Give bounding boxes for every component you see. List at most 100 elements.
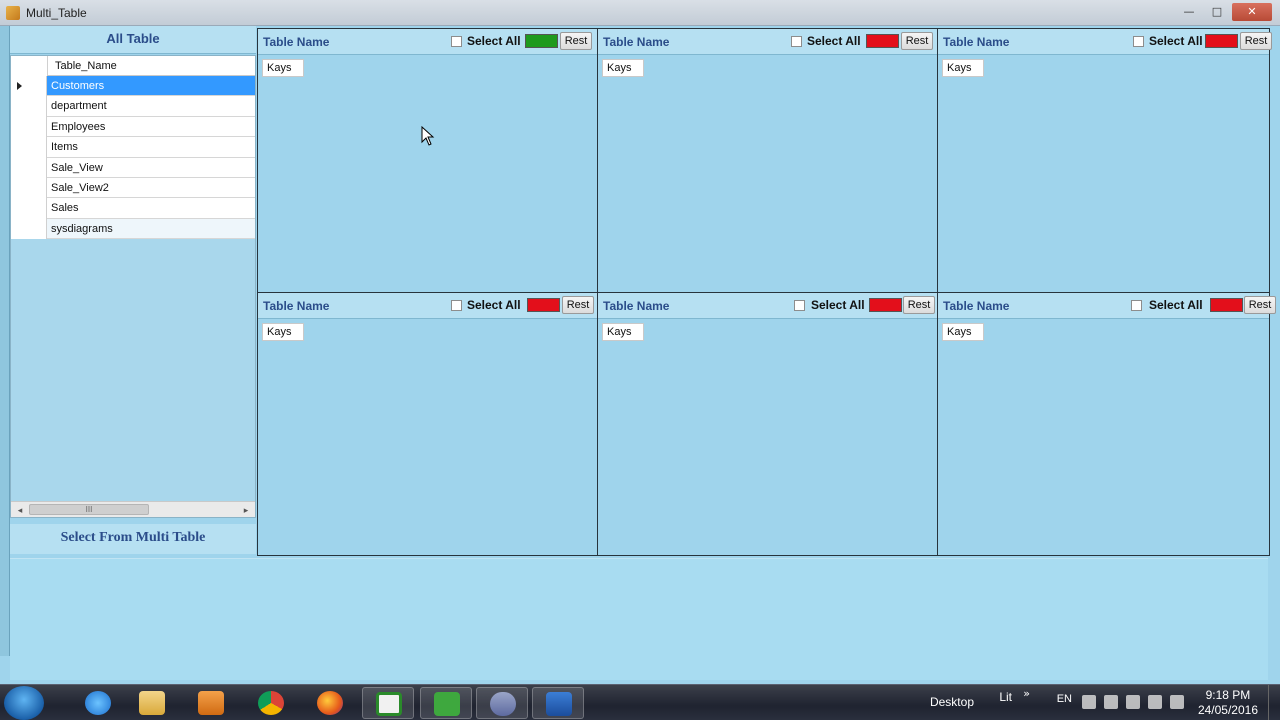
panel-grid-area[interactable] — [938, 55, 1269, 292]
select-all-checkbox[interactable] — [1131, 300, 1142, 311]
media-player-icon — [198, 691, 224, 715]
bottom-area — [10, 558, 1268, 680]
kays-column-header[interactable]: Kays — [262, 59, 304, 77]
window-controls: — □ ✕ — [1176, 3, 1272, 21]
table-row[interactable]: Sales — [11, 198, 255, 219]
rest-button[interactable]: Rest — [903, 296, 935, 314]
table-row[interactable]: Sale_View — [11, 157, 255, 178]
scroll-left-icon[interactable]: ◂ — [13, 504, 27, 516]
table-cell[interactable]: Employees — [47, 116, 255, 138]
show-desktop-button[interactable] — [1268, 685, 1280, 720]
kays-column-header[interactable]: Kays — [602, 323, 644, 341]
title-bar: Multi_Table — □ ✕ — [0, 0, 1280, 26]
horizontal-scrollbar[interactable]: ◂ III ▸ — [11, 501, 255, 517]
language-indicator[interactable]: EN — [1057, 693, 1072, 705]
taskbar-firefox[interactable] — [304, 687, 356, 719]
panel-grid-area[interactable] — [598, 319, 937, 555]
select-all-label[interactable]: Select All — [811, 298, 865, 312]
table-cell[interactable]: Sale_View2 — [47, 177, 255, 199]
clock[interactable]: 9:18 PM 24/05/2016 — [1198, 688, 1258, 718]
select-all-label[interactable]: Select All — [807, 34, 861, 48]
kays-column-header[interactable]: Kays — [942, 323, 984, 341]
status-color-swatch — [869, 298, 902, 312]
select-all-checkbox[interactable] — [791, 36, 802, 47]
scroll-right-icon[interactable]: ▸ — [239, 504, 253, 516]
row-header[interactable] — [11, 76, 47, 97]
start-button[interactable] — [4, 686, 44, 720]
show-hidden-icon[interactable] — [1082, 695, 1096, 709]
table-cell[interactable]: Items — [47, 137, 255, 158]
network-icon[interactable] — [1148, 695, 1162, 709]
select-all-label[interactable]: Select All — [467, 298, 521, 312]
select-all-label[interactable]: Select All — [1149, 34, 1203, 48]
select-all-checkbox[interactable] — [451, 300, 462, 311]
taskbar-camtasia-recorder[interactable] — [362, 687, 414, 719]
panel-header: Table Name Select All Rest — [598, 29, 937, 55]
select-all-label[interactable]: Select All — [1149, 298, 1203, 312]
select-all-checkbox[interactable] — [794, 300, 805, 311]
row-header[interactable] — [11, 116, 47, 138]
close-button[interactable]: ✕ — [1232, 3, 1272, 21]
grid-column-header[interactable]: Table_Name — [47, 56, 255, 76]
rest-button[interactable]: Rest — [901, 32, 933, 50]
row-header[interactable] — [11, 96, 47, 117]
row-header[interactable] — [11, 177, 47, 199]
table-row[interactable]: Customers — [11, 76, 255, 97]
select-all-checkbox[interactable] — [451, 36, 462, 47]
table-row[interactable]: Employees — [11, 116, 255, 138]
taskbar-chrome[interactable] — [245, 687, 297, 719]
select-all-checkbox[interactable] — [1133, 36, 1144, 47]
table-cell[interactable]: Sale_View — [47, 157, 255, 178]
libraries-toolbar[interactable]: Lit — [999, 690, 1012, 704]
panel-header: Table Name Select All Rest — [938, 29, 1272, 55]
panel-grid-area[interactable] — [598, 55, 937, 292]
row-header[interactable] — [11, 198, 47, 219]
table-row[interactable]: Items — [11, 137, 255, 158]
taskbar-internet-explorer[interactable] — [72, 687, 124, 719]
kays-column-header[interactable]: Kays — [942, 59, 984, 77]
safely-remove-icon[interactable] — [1126, 695, 1140, 709]
maximize-button[interactable]: □ — [1204, 3, 1230, 21]
taskbar-sql-server[interactable] — [532, 687, 584, 719]
panel-table-name: Table Name — [263, 35, 330, 49]
client-area: All Table Table_Name Customers departmen… — [0, 26, 1280, 684]
volume-icon[interactable] — [1170, 695, 1184, 709]
row-header[interactable] — [11, 157, 47, 178]
kays-column-header[interactable]: Kays — [262, 323, 304, 341]
panel-header: Table Name Select All Rest — [598, 293, 937, 319]
rest-button[interactable]: Rest — [1244, 296, 1276, 314]
firefox-icon — [317, 691, 343, 715]
taskbar-camtasia-studio[interactable] — [420, 687, 472, 719]
desktop-toolbar[interactable]: Desktop — [930, 695, 974, 709]
camtasia-recorder-icon — [376, 692, 402, 716]
rest-button[interactable]: Rest — [560, 32, 592, 50]
select-all-label[interactable]: Select All — [467, 34, 521, 48]
panel-grid-area[interactable] — [938, 319, 1269, 555]
table-row[interactable]: Sale_View2 — [11, 177, 255, 199]
status-color-swatch — [1210, 298, 1243, 312]
panel-grid-area[interactable] — [258, 319, 597, 555]
taskbar-media-player[interactable] — [185, 687, 237, 719]
minimize-button[interactable]: — — [1176, 3, 1202, 21]
table-panel-1: Table Name Select All Rest Kays — [257, 28, 598, 293]
rest-button[interactable]: Rest — [562, 296, 594, 314]
table-cell[interactable]: department — [47, 96, 255, 117]
action-center-icon[interactable] — [1104, 695, 1118, 709]
table-cell[interactable]: Sales — [47, 198, 255, 219]
scroll-thumb[interactable]: III — [29, 504, 149, 515]
row-header[interactable] — [11, 137, 47, 158]
select-from-multi-table-button[interactable]: Select From Multi Table — [10, 524, 256, 554]
taskbar-visual-studio[interactable] — [476, 687, 528, 719]
row-header[interactable] — [11, 218, 47, 240]
panel-grid-area[interactable] — [258, 55, 597, 292]
toolbar-overflow-icon[interactable]: » — [1023, 687, 1030, 700]
status-color-swatch — [527, 298, 560, 312]
rest-button[interactable]: Rest — [1240, 32, 1272, 50]
table-list-grid[interactable]: Table_Name Customers department Employee… — [10, 55, 256, 518]
taskbar-file-explorer[interactable] — [126, 687, 178, 719]
table-row[interactable]: department — [11, 96, 255, 117]
table-cell[interactable]: sysdiagrams — [47, 218, 255, 240]
table-row[interactable]: sysdiagrams — [11, 218, 255, 240]
table-cell[interactable]: Customers — [47, 76, 255, 97]
kays-column-header[interactable]: Kays — [602, 59, 644, 77]
